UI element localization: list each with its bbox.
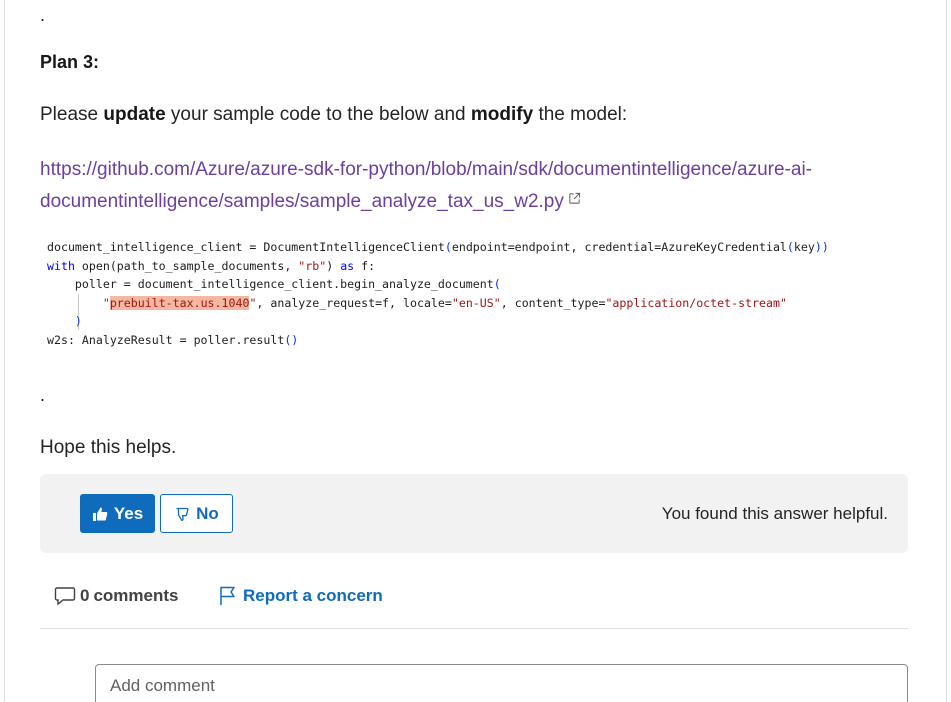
intro-text: your sample code to the below and [165,104,471,125]
comments-toggle[interactable]: 0 comments [54,586,179,606]
code-paren: ( [493,277,501,291]
code-text: open(path_to_sample_documents, [74,258,299,273]
code-text: ) [326,258,341,273]
sample-code-link-text[interactable]: https://github.com/Azure/azure-sdk-for-p… [40,159,812,212]
code-text: w2s: AnalyzeResult = poller.result [47,332,285,347]
flag-icon [220,586,235,605]
code-text: , content_type= [500,295,606,310]
no-button[interactable]: No [160,494,233,533]
thumbs-up-icon [92,507,108,521]
code-paren: ) [47,314,82,328]
helpful-status: You found this answer helpful. [661,504,888,523]
feedback-panel: Yes No You found this answer helpful. [40,474,908,553]
thumbs-down-icon [176,507,189,521]
code-text: key [793,240,815,254]
divider [40,628,908,629]
comments-count[interactable]: 0 [80,586,89,606]
code-paren: () [284,332,299,347]
code-string: "rb" [298,258,327,273]
sample-code-link[interactable]: https://github.com/Azure/azure-sdk-for-p… [40,154,900,218]
code-keyword: with [47,258,75,273]
code-string: "application/octet-stream" [605,295,787,310]
code-string: "en-US" [451,295,501,310]
intro-paragraph: Please update your sample code to the be… [40,104,627,126]
yes-label[interactable]: Yes [114,504,143,524]
no-label[interactable]: No [196,504,219,524]
intro-text: the model: [533,104,628,125]
report-concern-label[interactable]: Report a concern [243,586,383,606]
separator-dot: . [40,5,46,25]
code-text: f: [354,258,376,273]
code-text: endpoint=endpoint, credential=AzureKeyCr… [451,240,787,254]
intro-bold-modify: modify [470,104,534,125]
code-paren: ( [444,240,452,254]
highlighted-model-id: prebuilt-tax.us.1040 [109,295,250,310]
code-text: , analyze_request=f, locale= [256,295,452,310]
code-block: document_intelligence_client = DocumentI… [47,238,907,349]
comments-label[interactable]: comments [93,586,178,606]
add-comment-input[interactable]: Add comment [95,664,908,702]
yes-button[interactable]: Yes [80,494,155,533]
external-link-icon [569,192,580,204]
code-paren: ( [786,240,794,254]
code-text: poller = document_intelligence_client.be… [47,277,494,291]
comment-icon [54,587,76,606]
plan-heading: Plan 3: [40,52,100,72]
code-paren: )) [814,240,829,254]
add-comment-placeholder: Add comment [110,676,215,695]
code-keyword: as [340,258,355,273]
report-concern-link[interactable]: Report a concern [219,586,383,606]
intro-text: Please [40,104,104,125]
code-string: " [102,295,110,310]
code-text: document_intelligence_client = DocumentI… [47,240,445,254]
intro-bold-update: update [103,104,166,125]
separator-dot: . [40,385,46,405]
closing-text: Hope this helps. [40,437,177,458]
